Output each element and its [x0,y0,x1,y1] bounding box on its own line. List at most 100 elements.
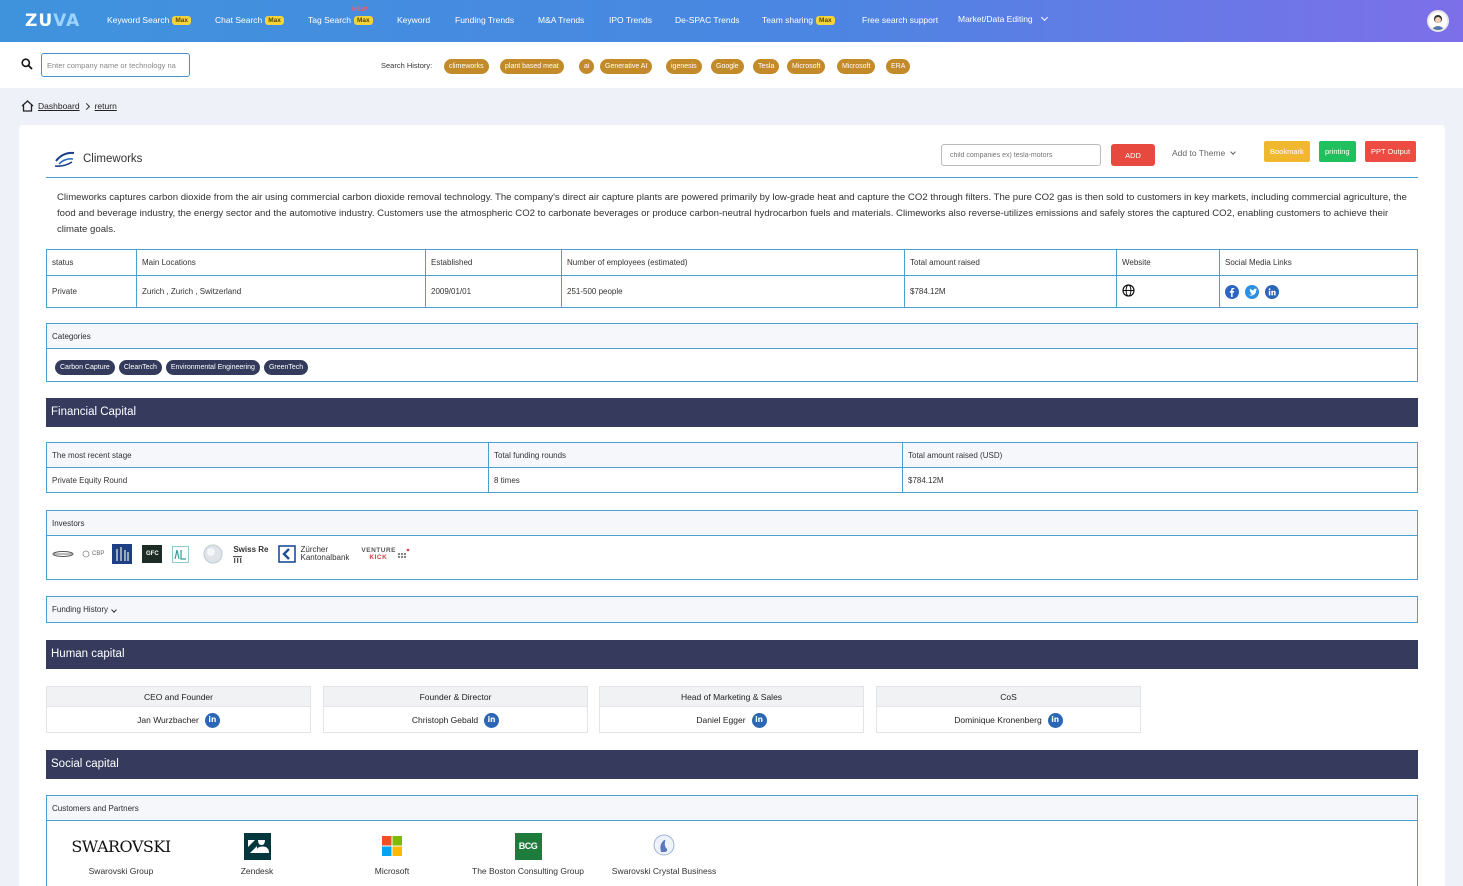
max-badge: Max [172,15,192,25]
investor-logo[interactable]: GFC [142,545,163,563]
bcg-logo: BCG [514,832,542,860]
linkedin-icon[interactable]: in [484,712,500,728]
search-icon[interactable] [21,58,33,70]
chevron-down-icon [1230,148,1237,155]
history-chip[interactable]: ai [579,59,595,74]
history-chip[interactable]: ERA [886,59,911,74]
header-established: Established [425,249,562,276]
home-icon[interactable] [21,100,34,112]
investor-logo[interactable]: CBP [82,550,104,558]
categories-title: Categories [47,324,1417,349]
user-avatar[interactable] [1427,10,1449,32]
new-badge: NEW [352,6,368,13]
investor-logo[interactable]: Swiss Re [233,545,268,563]
nav-ma-trends[interactable]: M&A Trends [538,15,584,25]
website-cell [1116,275,1220,308]
history-chip[interactable]: climeworks [444,59,489,74]
linkedin-icon[interactable] [1265,284,1280,299]
add-to-theme-dropdown[interactable]: Add to Theme [1172,148,1237,158]
partner-name: Zendesk [240,866,274,876]
partner-name: Swarovski Group [88,866,154,876]
person-name: Dominique Kronenberg [954,715,1042,725]
category-chip[interactable]: GreenTech [263,360,309,375]
status-value: Private [46,275,137,308]
investor-logo[interactable]: Zürcher Kantonalbank [278,545,349,563]
company-name: Climeworks [83,153,143,165]
add-button[interactable]: ADD [1111,144,1155,166]
recent-stage-value: Private Equity Round [46,467,489,493]
history-chip[interactable]: plant based meat [500,59,564,74]
partner-item[interactable]: Swarovski Crystal Business [589,830,739,876]
child-company-input[interactable] [941,144,1101,166]
history-chip[interactable]: Tesla [753,59,780,74]
zuva-logo[interactable]: ZUVA [25,11,80,31]
locations-value: Zurich , Zurich , Switzerland [136,275,426,308]
nav-ipo-trends[interactable]: IPO Trends [609,15,652,25]
history-chip[interactable]: Generative AI [600,59,653,74]
breadcrumb-dashboard-link[interactable]: Dashboard [38,101,80,111]
company-search-input[interactable] [41,53,190,77]
bookmark-button[interactable]: Bookmark [1264,141,1310,162]
history-chip[interactable]: igenesis [666,59,702,74]
breadcrumb-return-link[interactable]: return [95,101,117,111]
linkedin-icon[interactable]: in [204,712,220,728]
partner-name: The Boston Consulting Group [472,866,584,876]
nav-funding-trends[interactable]: Funding Trends [455,15,514,25]
history-chip[interactable]: Google [711,59,744,74]
linkedin-icon[interactable]: in [751,712,767,728]
category-chip[interactable]: CleanTech [118,360,162,375]
chevron-down-icon [1040,13,1048,22]
investor-logo[interactable] [52,550,74,558]
header-total-raised: Total amount raised [904,249,1117,276]
facebook-icon[interactable] [1225,284,1239,299]
linkedin-icon[interactable]: in [1047,712,1063,728]
company-description: Climeworks captures carbon dioxide from … [57,192,1407,235]
nav-keyword[interactable]: Keyword [397,15,430,25]
person-card: CEO and Founder Jan Wurzbacher in [46,686,311,733]
nav-market-data-editing[interactable]: Market/Data Editing [958,13,1048,24]
partner-item[interactable]: BCG The Boston Consulting Group [453,830,603,876]
total-raised-usd-value: $784.12M [902,467,1418,493]
max-badge: Max [354,15,373,25]
nav-free-search-support[interactable]: Free search support [862,15,938,25]
ppt-output-button[interactable]: PPT Output [1365,141,1417,162]
partner-item[interactable]: Zendesk [182,830,332,876]
person-role: Founder & Director [324,687,587,707]
person-card: CoS Dominique Kronenberg in [876,686,1141,733]
person-card: Head of Marketing & Sales Daniel Egger in [599,686,864,733]
globe-icon[interactable] [1122,284,1135,297]
nav-keyword-search[interactable]: Keyword Search Max [107,15,192,25]
person-role: Head of Marketing & Sales [600,687,863,707]
funding-history-toggle[interactable]: Funding History [46,596,1418,623]
investor-logo[interactable] [203,544,223,564]
history-chip[interactable]: Microsoft [787,59,826,74]
header-employees: Number of employees (estimated) [561,249,905,276]
chevron-down-icon [111,607,117,613]
categories-box: Categories Carbon Capture CleanTech Enviro… [46,323,1418,382]
top-nav: ZUVA Keyword Search Max Chat Search Max NE… [0,0,1463,42]
twitter-icon[interactable] [1245,284,1260,299]
zendesk-logo [243,832,271,860]
printing-button[interactable]: printing [1319,141,1356,162]
categories-list: Carbon Capture CleanTech Environmental Eng… [47,349,1417,382]
partner-item[interactable]: SWAROVSKI Swarovski Group [46,830,196,877]
category-chip[interactable]: Carbon Capture [55,360,115,375]
search-history-label: Search History: [381,61,433,70]
divider [46,177,1418,178]
person-role: CoS [877,687,1140,707]
investor-logo[interactable] [112,544,133,564]
nav-chat-search[interactable]: Chat Search Max [215,15,284,25]
history-chip[interactable]: Microsoft [837,59,876,74]
partner-item[interactable]: Microsoft [317,830,467,876]
nav-tag-search[interactable]: NEW Tag Search Max [308,6,373,25]
nav-despac-trends[interactable]: De-SPAC Trends [675,15,740,25]
header-funding-rounds: Total funding rounds [488,442,903,468]
category-chip[interactable]: Environmental Engineering [165,360,260,375]
swarovski-swan-logo [653,834,675,856]
employees-value: 251-500 people [561,275,905,308]
investor-logo[interactable]: VENTURE KICK [361,547,410,561]
microsoft-logo [382,836,402,856]
investor-logo[interactable] [172,545,190,563]
nav-team-sharing[interactable]: Team sharing Max [762,15,835,25]
chevron-right-icon [82,102,90,110]
